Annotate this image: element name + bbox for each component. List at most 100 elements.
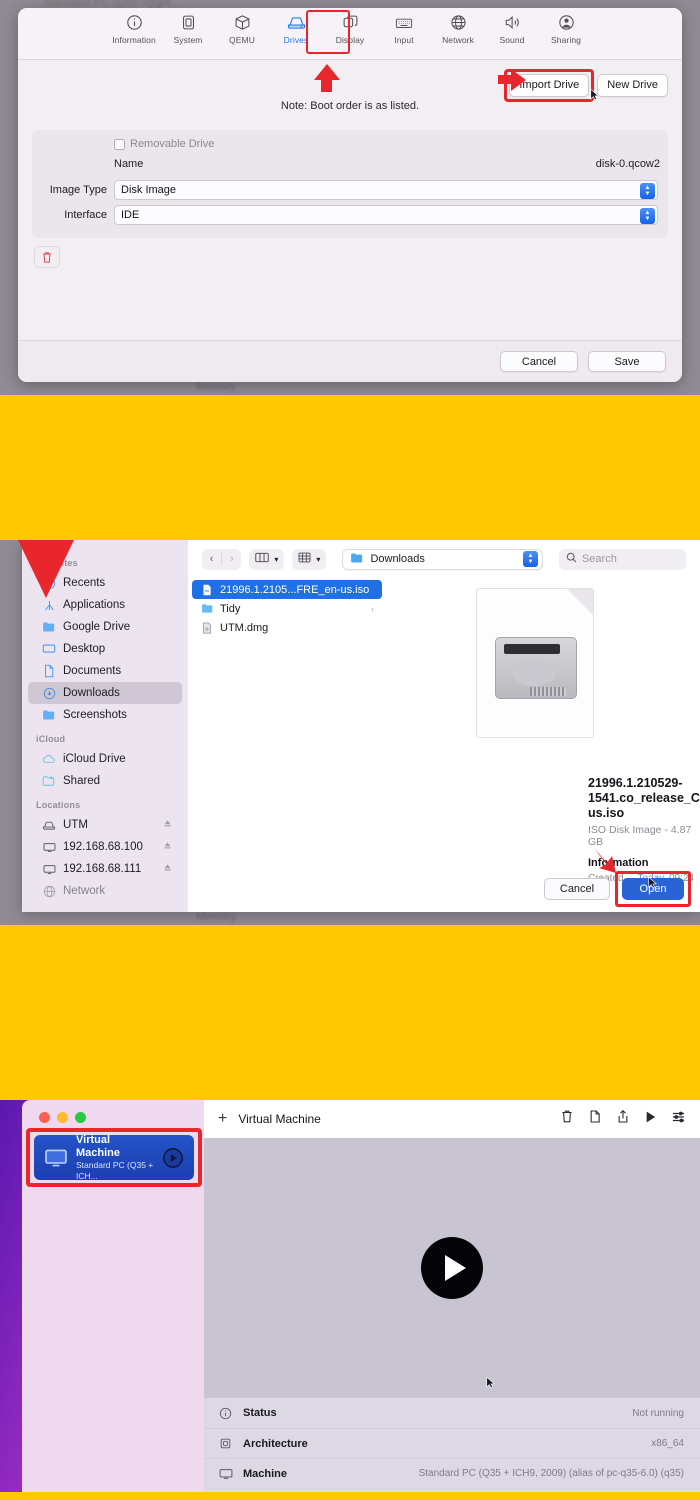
chevron-left-icon[interactable]: ‹ [202,553,221,565]
sidebar-item-192-168-68-111-label: 192.168.68.111 [63,863,142,875]
sidebar-item-shared[interactable]: Shared [28,770,182,792]
detail-row-machine: Machine Standard PC (Q35 + ICH9, 2009) (… [204,1458,700,1488]
iso-disk-image-icon [476,588,594,738]
columns-view-icon [255,552,270,566]
sidebar-item-applications-label: Applications [63,599,126,611]
trash-icon [43,251,51,263]
interface-stepper-icon[interactable]: ▲ ▼ [640,207,655,224]
list-item-label: Tidy [220,602,241,615]
eject-icon[interactable] [163,841,172,853]
image-type-label: Image Type [49,184,107,196]
tab-information[interactable]: Information [107,13,161,45]
vm-preview-stage[interactable] [204,1138,700,1398]
hdd-fins [530,687,566,696]
drive-buttons-row: Import Drive New Drive [504,69,668,103]
sidebar-header-icloud: iCloud [36,734,66,744]
sidebar-item-desktop[interactable]: Desktop [28,638,182,660]
page-fold [567,589,593,615]
list-item[interactable]: Tidy › [192,599,382,618]
path-stepper-icon[interactable]: ▲ ▼ [522,551,538,567]
speaker-icon [504,13,521,32]
ghost-memory-row-2: Memory [196,911,236,923]
detail-row-architecture: Architecture x86_64 [204,1428,700,1458]
eject-icon[interactable] [163,863,172,875]
sidebar-item-screenshots[interactable]: Screenshots [28,704,182,726]
sidebar-item-screenshots-label: Screenshots [63,709,127,721]
new-drive-button[interactable]: New Drive [597,74,668,98]
sidebar-item-network-label: Network [63,885,106,897]
tab-drives[interactable]: Drives [269,13,323,45]
list-item-label: UTM.dmg [220,621,269,634]
tab-network[interactable]: Network [431,13,485,45]
play-circle-icon[interactable] [162,1147,184,1169]
list-item[interactable]: 21996.1.2105...FRE_en-us.iso [192,580,382,599]
utm-window: Virtual Machine Standard PC (Q35 + ICH..… [22,1100,700,1498]
tab-drives-label: Drives [283,35,309,45]
sidebar-item-192-168-68-111[interactable]: 192.168.68.111 [28,858,182,880]
finder-cancel-button[interactable]: Cancel [544,878,610,900]
utm-toolbar-icons [560,1109,686,1129]
view-mode-button[interactable]: ▾ [249,548,285,570]
clone-icon[interactable] [588,1109,602,1129]
tab-input[interactable]: Input [377,13,431,45]
maximize-button[interactable] [75,1112,86,1123]
interface-label: Interface [64,209,107,221]
tab-sound-label: Sound [499,35,525,45]
tab-system[interactable]: System [161,13,215,45]
plus-icon[interactable]: + [218,1111,227,1127]
sidebar-item-google-drive[interactable]: Google Drive [28,616,182,638]
finder-main: ‹ › ▾ ▾ Downloads ▲ ▼ Search 21996.1.210… [188,540,700,912]
path-popup-button[interactable]: Downloads ▲ ▼ [342,548,543,570]
interface-select[interactable]: IDE ▲ ▼ [114,205,658,225]
chevron-down-icon: ▾ [274,554,279,564]
sidebar-item-icloud-drive[interactable]: iCloud Drive [28,748,182,770]
drives-content: Import Drive New Drive Note: Boot order … [18,60,682,382]
sidebar-item-documents[interactable]: Documents [28,660,182,682]
finder-action-bar: Cancel Open [386,866,700,912]
chevron-right-icon[interactable]: › [222,553,241,565]
cancel-button[interactable]: Cancel [500,351,578,372]
share-icon[interactable] [616,1109,630,1129]
delete-drive-button[interactable] [34,246,60,268]
sidebar-header-locations: Locations [36,800,81,810]
search-input[interactable]: Search [558,548,686,570]
tab-qemu[interactable]: QEMU [215,13,269,45]
eject-icon[interactable] [163,819,172,831]
nav-buttons[interactable]: ‹ › [202,548,242,570]
play-icon[interactable] [644,1110,657,1129]
minimize-button[interactable] [57,1112,68,1123]
tab-sound[interactable]: Sound [485,13,539,45]
finder-open-dialog-section: Memory Favorites Recents Applications [0,540,700,925]
trash-icon[interactable] [560,1109,574,1129]
sidebar-item-utm[interactable]: UTM [28,814,182,836]
image-type-value: Disk Image [121,184,177,196]
boot-order-note: Note: Boot order is as listed. [280,100,420,112]
tab-display[interactable]: Display [323,13,377,45]
removable-drive-row[interactable]: Removable Drive [32,138,668,150]
settings-sliders-icon[interactable] [671,1110,686,1129]
sidebar-item-192-168-68-100[interactable]: 192.168.68.100 [28,836,182,858]
folder-icon [200,602,214,616]
image-type-stepper-icon[interactable]: ▲ ▼ [640,182,655,199]
display-icon [42,840,56,854]
list-item[interactable]: UTM.dmg [192,618,382,637]
play-button-icon[interactable] [421,1237,483,1299]
info-circle-icon [218,1407,233,1420]
sidebar-item-downloads[interactable]: Downloads [28,682,182,704]
downloads-icon [42,686,56,700]
group-by-button[interactable]: ▾ [292,548,327,570]
save-button[interactable]: Save [588,351,666,372]
sidebar-item-shared-label: Shared [63,775,101,787]
cpu-icon [180,13,197,32]
vm-subtitle: Standard PC (Q35 + ICH... [76,1159,154,1181]
sidebar-item-network[interactable]: Network [28,880,182,902]
person-icon [558,13,575,32]
tab-sharing-label: Sharing [551,35,581,45]
window-controls [22,1100,204,1123]
image-type-select[interactable]: Disk Image ▲ ▼ [114,180,658,200]
drive-name-value: disk-0.qcow2 [595,158,660,170]
tab-sharing[interactable]: Sharing [539,13,593,45]
vm-list-item[interactable]: Virtual Machine Standard PC (Q35 + ICH..… [34,1134,194,1181]
removable-drive-checkbox[interactable] [114,138,125,150]
close-button[interactable] [39,1112,50,1123]
